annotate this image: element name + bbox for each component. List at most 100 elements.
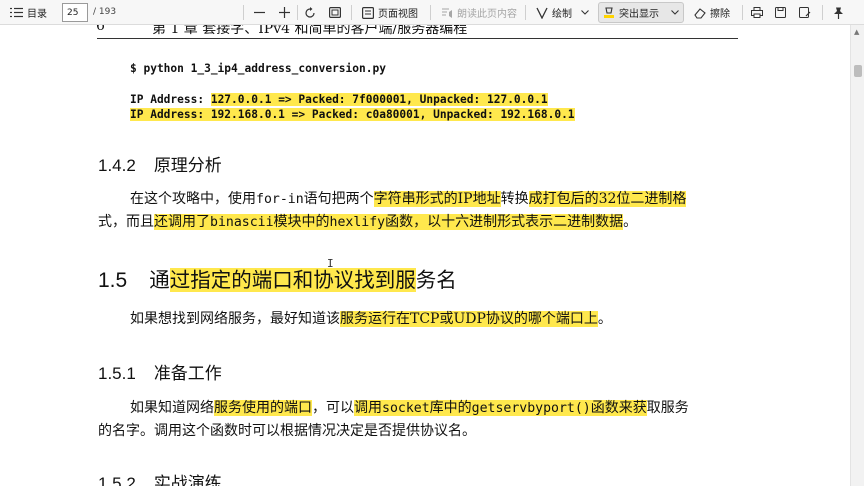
- eraser-icon: [694, 7, 706, 19]
- fit-page-icon: [329, 7, 341, 18]
- minus-icon: [254, 11, 265, 14]
- rotate-icon: [305, 6, 315, 18]
- zoom-in-button[interactable]: [279, 0, 290, 25]
- toolbar-divider: [525, 5, 526, 20]
- page-view-label: 页面视图: [378, 9, 418, 20]
- save-as-button[interactable]: [799, 0, 811, 25]
- text-run: ，可以: [312, 400, 354, 416]
- text-run: 在这个攻略中，使用: [130, 191, 256, 207]
- draw-button[interactable]: 绘制: [536, 0, 589, 25]
- toolbar-divider: [430, 5, 431, 20]
- plus-icon: [279, 7, 290, 18]
- section-title: 准备工作: [153, 364, 222, 384]
- print-icon: [751, 7, 763, 18]
- highlight-label: 突出显示: [619, 9, 659, 20]
- text-cursor-icon: I: [327, 257, 334, 270]
- code-output-line-2: IP Address: 192.168.0.1 => Packed: c0a80…: [130, 108, 575, 121]
- code-output-1-highlight: 127.0.0.1 => Packed: 7f000001, Unpacked:…: [210, 93, 548, 106]
- paragraph-3-line-1: 如果知道网络服务使用的端口，可以调用socket库中的getservbyport…: [130, 397, 689, 417]
- draw-icon: [536, 7, 548, 19]
- fit-page-button[interactable]: [329, 0, 341, 25]
- toolbar-divider: [351, 5, 352, 20]
- vertical-scrollbar[interactable]: ▲: [850, 25, 864, 486]
- text-run: 通: [149, 268, 170, 292]
- running-head-page-number: 6: [96, 25, 105, 34]
- text-run: 语句把两个: [303, 191, 374, 207]
- highlight-run: 服务运行在TCP或UDP协议的哪个端口上: [340, 311, 598, 327]
- document-page: 6 第 1 章 套接字、IPv4 和简单的客户端/服务器编程 $ python …: [0, 25, 850, 486]
- scroll-up-arrow-icon[interactable]: ▲: [854, 28, 859, 36]
- toc-label: 目录: [27, 9, 47, 20]
- highlight-button[interactable]: 突出显示: [598, 2, 684, 23]
- code-command-line: $ python 1_3_ip4_address_conversion.py: [130, 62, 386, 75]
- read-aloud-button[interactable]: 朗读此页内容: [441, 0, 517, 25]
- toc-button[interactable]: 目录: [10, 0, 47, 25]
- text-run: 转换: [500, 191, 529, 207]
- erase-button[interactable]: 擦除: [694, 0, 730, 25]
- paragraph-1-line-1: 在这个攻略中，使用for-in语句把两个字符串形式的IP地址转换成打包后的32位…: [130, 188, 687, 208]
- text-run: 式，而且: [98, 214, 154, 230]
- highlight-run: 还调用了binascii模块中的hexlify函数，以十六进制形式表示二进制数据: [154, 214, 624, 230]
- highlight-run: 服务使用的端口: [214, 400, 312, 416]
- inline-code: socket: [382, 401, 430, 416]
- reader-toolbar: 目录 / 193 页面视图 朗读此页内容 绘制 突出显示 擦除: [0, 0, 864, 25]
- highlight-run: 字符串形式的IP地址: [373, 191, 501, 207]
- inline-code: binascii: [210, 215, 274, 230]
- toolbar-divider: [243, 5, 244, 20]
- highlight-run: 过指定的端口和协议找到服: [169, 268, 416, 292]
- paragraph-3-line-2: 的名字。调用这个函数时可以根据情况决定是否提供协议名。: [98, 423, 476, 439]
- page-number-input[interactable]: [62, 3, 88, 22]
- section-1-5-1-heading: 1.5.1 准备工作: [98, 359, 222, 384]
- section-title: 通过指定的端口和协议找到服务名: [149, 268, 457, 292]
- paragraph-1-line-2: 式，而且还调用了binascii模块中的hexlify函数，以十六进制形式表示二…: [98, 211, 637, 231]
- section-number: 1.5.2: [98, 474, 136, 486]
- draw-label: 绘制: [552, 9, 572, 20]
- section-number: 1.5.1: [98, 364, 136, 383]
- code-output-1-rest: => Packed: 7f000001, Unpacked: 127.0.0.1: [271, 93, 548, 106]
- section-number: 1.4.2: [98, 156, 136, 175]
- pin-button[interactable]: [833, 0, 844, 25]
- text-run: 还调用了: [154, 214, 210, 230]
- paragraph-2: 如果想找到网络服务，最好知道该服务运行在TCP或UDP协议的哪个端口上。: [130, 308, 612, 328]
- page-view-icon: [362, 6, 374, 19]
- highlight-run: 调用socket库中的getservbyport()函数来获: [354, 400, 647, 416]
- code-output-line-1: IP Address: 127.0.0.1 => Packed: 7f00000…: [130, 93, 548, 106]
- text-run: 如果想找到网络服务，最好知道该: [130, 311, 340, 327]
- save-as-icon: [799, 7, 811, 18]
- code-output-1-label: IP Address:: [130, 93, 211, 106]
- text-run: 模块中的: [273, 214, 330, 230]
- text-run: 函数来获: [590, 400, 647, 416]
- inline-code: for-in: [256, 192, 304, 207]
- section-1-5-2-heading: 1.5.2 实战演练: [98, 469, 222, 486]
- text-run: 取服务: [646, 400, 689, 416]
- list-icon: [10, 7, 23, 18]
- inline-code: hexlify: [329, 215, 386, 230]
- toolbar-divider: [822, 5, 823, 20]
- section-1-4-2-heading: 1.4.2 原理分析: [98, 151, 222, 176]
- text-run: 如果知道网络: [130, 400, 214, 416]
- section-number: 1.5: [98, 269, 128, 292]
- chevron-down-icon: [671, 10, 679, 15]
- print-button[interactable]: [751, 0, 763, 25]
- erase-label: 擦除: [710, 9, 730, 20]
- code-output-1-ip: 127.0.0.1: [210, 93, 272, 106]
- page-total: / 193: [93, 7, 117, 17]
- inline-code: getservbyport(): [471, 401, 591, 416]
- zoom-out-button[interactable]: [254, 0, 265, 25]
- highlighter-icon: [604, 6, 614, 18]
- chevron-down-icon: [581, 10, 589, 15]
- section-title: 实战演练: [153, 474, 222, 486]
- section-title: 原理分析: [153, 156, 222, 176]
- rotate-button[interactable]: [304, 0, 316, 25]
- text-run: 务名: [415, 268, 457, 292]
- save-icon: [775, 7, 786, 18]
- running-head: 第 1 章 套接字、IPv4 和简单的客户端/服务器编程: [152, 25, 468, 37]
- save-button[interactable]: [775, 0, 786, 25]
- scrollbar-thumb[interactable]: [854, 65, 862, 77]
- code-output-2-highlight: IP Address: 192.168.0.1 => Packed: c0a80…: [130, 108, 575, 121]
- text-run: 。: [623, 214, 638, 230]
- highlight-run: 成打包后的32位二进制格: [528, 191, 687, 207]
- page-view-button[interactable]: 页面视图: [362, 0, 418, 25]
- read-aloud-label: 朗读此页内容: [457, 9, 517, 20]
- text-run: 。: [597, 311, 612, 327]
